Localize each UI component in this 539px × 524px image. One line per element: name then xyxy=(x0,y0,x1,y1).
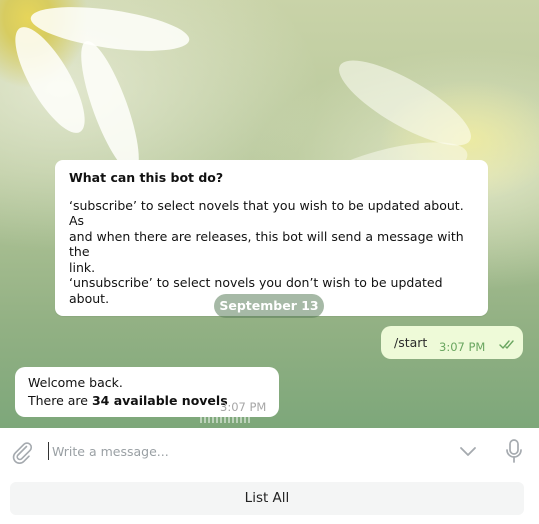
double-check-icon xyxy=(499,340,514,349)
bot-info-card: What can this bot do? ‘subscribe’ to sel… xyxy=(55,160,488,316)
date-separator: September 13 xyxy=(214,294,324,318)
message-text-bold: 34 available novels xyxy=(91,393,228,408)
outgoing-message[interactable]: /start 3:07 PM xyxy=(381,326,523,359)
bot-info-line: link. xyxy=(69,259,96,275)
bot-info-line: ‘subscribe’ to select novels that you wi… xyxy=(69,197,464,229)
text-caret xyxy=(48,442,49,460)
chevron-down-icon[interactable] xyxy=(458,444,478,458)
message-time: 3:07 PM xyxy=(439,340,486,354)
message-text: Welcome back. xyxy=(28,375,123,390)
message-time: 3:07 PM xyxy=(220,400,267,414)
chat-area: What can this bot do? ‘subscribe’ to sel… xyxy=(0,0,539,428)
message-text-prefix: There are xyxy=(28,393,92,408)
message-text: /start xyxy=(394,335,428,350)
paperclip-icon[interactable] xyxy=(10,440,34,464)
background-petal xyxy=(328,45,482,161)
bot-info-line: and when there are releases, this bot wi… xyxy=(69,228,464,260)
message-input[interactable] xyxy=(52,440,432,462)
scroll-indicator xyxy=(200,417,250,423)
bot-info-title: What can this bot do? xyxy=(69,170,224,185)
list-all-button[interactable]: List All xyxy=(10,482,524,515)
incoming-message[interactable]: Welcome back. There are 34 available nov… xyxy=(15,367,279,417)
message-text: There are 34 available novels xyxy=(28,392,228,410)
message-composer: List All xyxy=(0,428,539,524)
microphone-icon[interactable] xyxy=(504,438,524,464)
